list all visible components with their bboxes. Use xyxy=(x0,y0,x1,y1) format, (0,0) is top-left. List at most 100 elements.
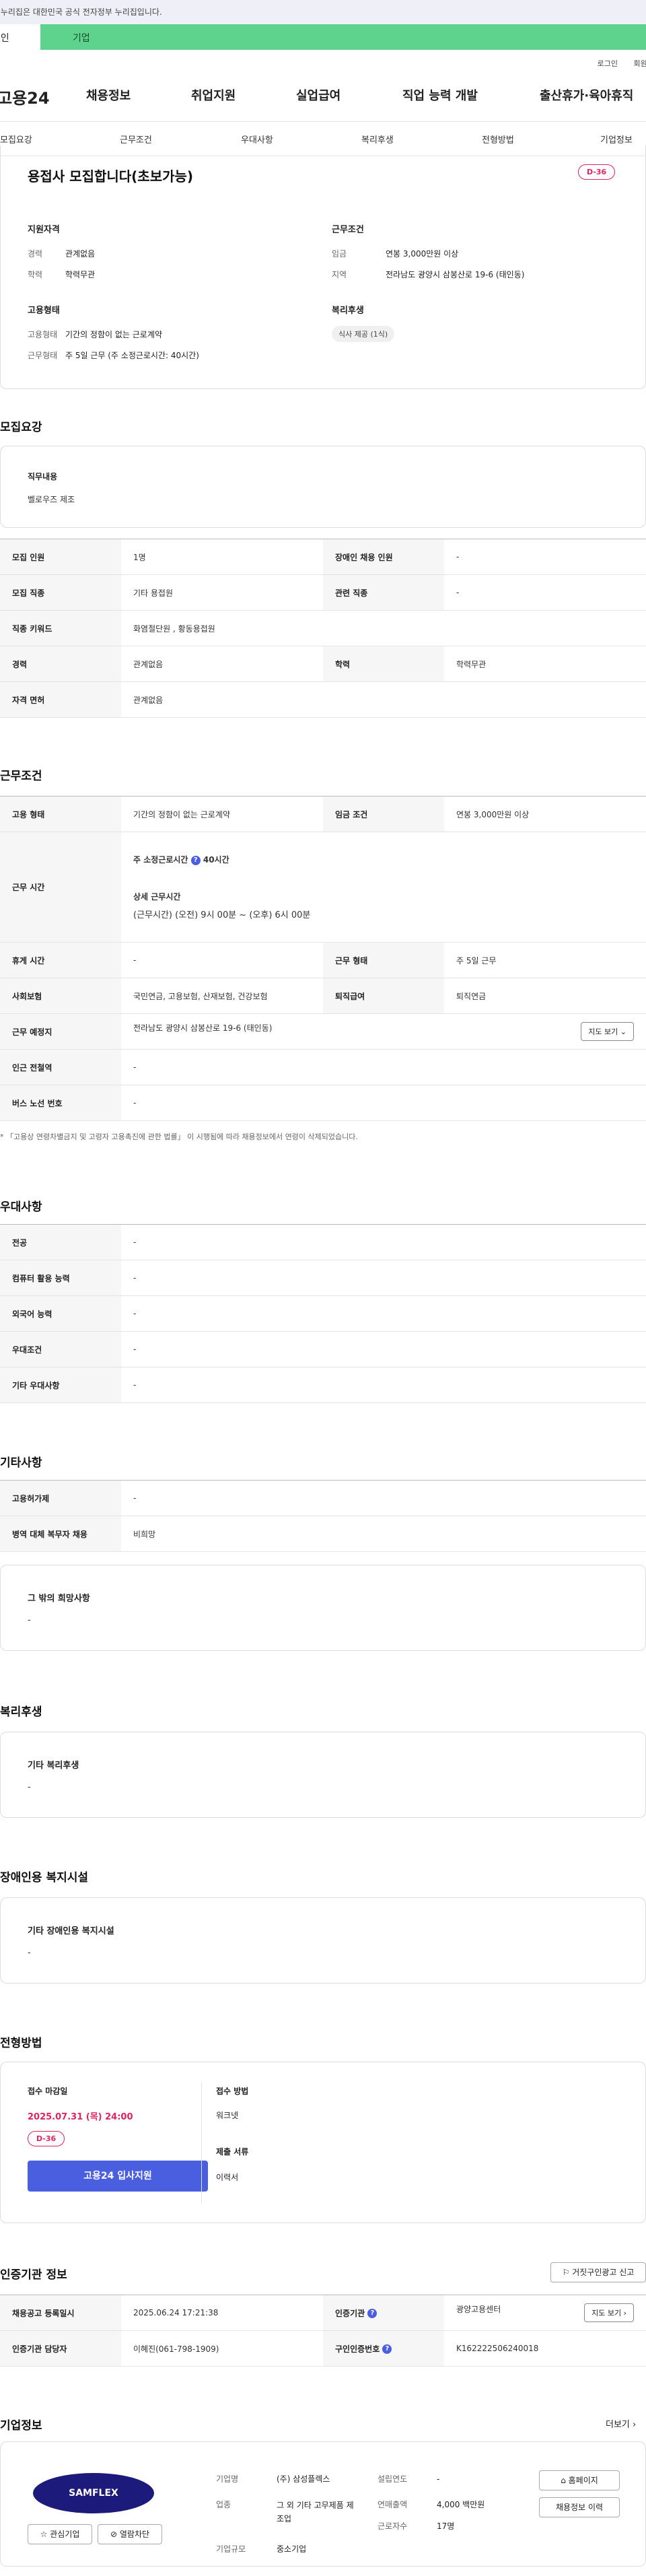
apply-button[interactable]: 고용24 입사지원 xyxy=(28,2161,208,2192)
agency-map-button[interactable]: 지도 보기 › xyxy=(584,2303,634,2322)
wish-heading: 그 밖의 희망사항 xyxy=(28,1594,90,1604)
etc-title: 기타사항 xyxy=(0,1456,42,1470)
table-header-cell: 근무 시간 xyxy=(0,832,121,943)
founded-value: - xyxy=(437,2474,440,2484)
pref-title: 우대사항 xyxy=(0,1200,42,1214)
homepage-button[interactable]: ⌂ 홈페이지 xyxy=(539,2470,620,2490)
table-row: 직종 키워드 화염절단원 , 황동용접원 xyxy=(0,610,646,646)
tab-company[interactable]: 기업정보 xyxy=(600,133,633,145)
duty-value: 벨로우즈 제조 xyxy=(28,495,75,504)
welfare-chip: 식사 제공 (1식) xyxy=(332,326,395,342)
education-label: 학력 xyxy=(28,270,43,279)
global-nav: 고용24 채용정보 취업지원 실업급여 직업 능력 개발 출산휴가·육아휴직 xyxy=(0,66,646,121)
home-icon: ⌂ xyxy=(561,2476,566,2485)
deadline-heading: 접수 마감일 xyxy=(28,2087,68,2096)
tab-welfare[interactable]: 복리후생 xyxy=(361,133,394,145)
method-heading: 접수 방법 xyxy=(216,2087,249,2096)
table-row: 휴게 시간 - 근무 형태 주 5일 근무 xyxy=(0,942,646,978)
docs-value: 이력서 xyxy=(216,2173,239,2182)
company-more-link[interactable]: 더보기 › xyxy=(606,2417,636,2430)
gov-banner-text: 이 누리집은 대한민국 공식 전자정부 누리집입니다. xyxy=(0,7,162,17)
tab-recruit[interactable]: 모집요강 xyxy=(0,133,32,145)
kv-career: 경력 관계없음 xyxy=(28,248,95,259)
table-cell: 연봉 3,000만원 이상 xyxy=(444,796,646,832)
gnb-item-unemployment[interactable]: 실업급여 xyxy=(296,86,340,104)
employees-label: 근로자수 xyxy=(378,2521,408,2531)
site-logo[interactable]: 고용24 xyxy=(0,85,78,108)
table-cell: 학력무관 xyxy=(444,646,646,682)
recruit-table: 모집 인원 1명 장애인 채용 인원 - 모집 직종 기타 용접원 관련 직종 … xyxy=(0,539,646,718)
table-row: 채용공고 등록일시 2025.06.24 17:21:38 인증기관 ? 광양고… xyxy=(0,2295,646,2331)
company-box: SAMFLEX ☆ 관심기업 ⊘ 열람차단 기업명 (주) 삼성플렉스 업종 그 외… xyxy=(0,2441,646,2567)
table-cell: - xyxy=(121,1085,646,1121)
table-cell: - xyxy=(121,1331,646,1367)
kv-wage: 임금 연봉 3,000만원 이상 xyxy=(332,248,458,259)
disabled-etc-heading: 기타 장애인용 복지시설 xyxy=(28,1926,114,1936)
company-size-value: 중소기업 xyxy=(277,2544,307,2554)
work-form-label: 근무형태 xyxy=(28,351,58,360)
favorite-button[interactable]: ☆ 관심기업 xyxy=(28,2524,92,2544)
info-icon[interactable]: ? xyxy=(190,855,201,865)
sales-value: 4,000 백만원 xyxy=(437,2500,485,2509)
table-cell: - xyxy=(121,1260,646,1296)
info-icon[interactable]: ? xyxy=(382,2344,392,2354)
job-title: 용접사 모집합니다(초보가능) xyxy=(28,168,194,184)
block-label: 열람차단 xyxy=(119,2530,150,2539)
work-place-value: 전라남도 광양시 삼봉산로 19-6 (태인동) xyxy=(133,1023,273,1033)
weekly-hours-label: 주 소정근로시간 xyxy=(133,855,188,865)
docs-heading: 제출 서류 xyxy=(216,2147,249,2157)
gnb-item-jobs[interactable]: 채용정보 xyxy=(86,86,131,104)
tab-personal[interactable]: 개인 xyxy=(0,24,40,50)
kv-industry: 업종 그 외 기타 고무제품 제조업 xyxy=(216,2499,371,2526)
table-row: 고용 형태 기간의 정함이 없는 근로계약 임금 조건 연봉 3,000만원 이… xyxy=(0,796,646,832)
table-row: 고용허가제 - xyxy=(0,1480,646,1516)
summary-card: 용접사 모집합니다(초보가능) D-36 지원자격 경력 관계없음 학력 학력무관 … xyxy=(0,145,646,389)
etc-table: 고용허가제 - 병역 대체 복무자 채용 비희망 xyxy=(0,1480,646,1552)
qual-heading: 지원자격 xyxy=(28,225,60,235)
welfare-etc-heading: 기타 복리후생 xyxy=(28,1761,79,1771)
table-header-cell: 버스 노선 번호 xyxy=(0,1085,121,1121)
company-more-label: 더보기 xyxy=(606,2420,630,2430)
agency-value: 광양고용센터 xyxy=(456,2305,501,2314)
career-label: 경력 xyxy=(28,249,43,259)
block-button[interactable]: ⊘ 열람차단 xyxy=(98,2524,162,2544)
tab-preferences[interactable]: 우대사항 xyxy=(241,133,273,145)
kv-company-size: 기업규모 중소기업 xyxy=(216,2543,306,2554)
disabled-box: 기타 장애인용 복지시설 - xyxy=(0,1897,646,1984)
report-button[interactable]: ⚐ 거짓구인광고 신고 xyxy=(550,2262,646,2282)
tab-work-conditions[interactable]: 근무조건 xyxy=(120,133,152,145)
tab-selection[interactable]: 전형방법 xyxy=(482,133,514,145)
table-header-cell: 인증기관 담당자 xyxy=(0,2330,121,2367)
info-icon[interactable]: ? xyxy=(367,2309,378,2318)
wish-box: 그 밖의 희망사항 - xyxy=(0,1565,646,1651)
disabled-etc-value: - xyxy=(28,1948,31,1958)
table-header-cell: 휴게 시간 xyxy=(0,942,121,978)
table-cell: - xyxy=(121,1049,646,1085)
gov-banner: 이 누리집은 대한민국 공식 전자정부 누리집입니다. xyxy=(0,0,646,24)
age-note: * 「고용상 연령차별금지 및 고령자 고용촉진에 관한 법률」 이 시행됨에 … xyxy=(0,1132,358,1141)
table-cell: 퇴직연금 xyxy=(444,978,646,1014)
industry-label: 업종 xyxy=(216,2500,231,2509)
table-row: 외국어 능력 - xyxy=(0,1295,646,1332)
wage-value: 연봉 3,000만원 이상 xyxy=(386,249,459,259)
table-header-cell: 학력 xyxy=(323,646,444,682)
gnb-item-training[interactable]: 직업 능력 개발 xyxy=(402,86,478,104)
history-button[interactable]: 채용정보 이력 xyxy=(539,2497,620,2517)
deadline-dday-badge: D-36 xyxy=(28,2131,65,2146)
welfare-title: 복리후생 xyxy=(0,1705,42,1719)
table-row: 병역 대체 복무자 채용 비희망 xyxy=(0,1516,646,1552)
kv-education: 학력 학력무관 xyxy=(28,269,95,280)
map-button[interactable]: 지도 보기 ⌄ xyxy=(581,1022,634,1041)
employees-value: 17명 xyxy=(437,2521,455,2531)
gnb-item-parental-leave[interactable]: 출산휴가·육아휴직 xyxy=(540,86,633,104)
table-header-cell: 직종 키워드 xyxy=(0,610,121,646)
table-header-cell: 고용허가제 xyxy=(0,1480,121,1516)
gnb-item-employment-support[interactable]: 취업지원 xyxy=(191,86,236,104)
tab-corporate[interactable]: 기업 xyxy=(40,24,646,50)
table-header-cell: 경력 xyxy=(0,646,121,682)
table-header-cell: 근무 형태 xyxy=(323,942,444,978)
detail-hours-value: (근무시간) (오전) 9시 00분 ~ (오후) 6시 00분 xyxy=(133,910,311,920)
table-cell: - xyxy=(121,1295,646,1332)
weekly-hours-value: 40시간 xyxy=(203,855,229,865)
table-row: 모집 직종 기타 용접원 관련 직종 - xyxy=(0,574,646,611)
